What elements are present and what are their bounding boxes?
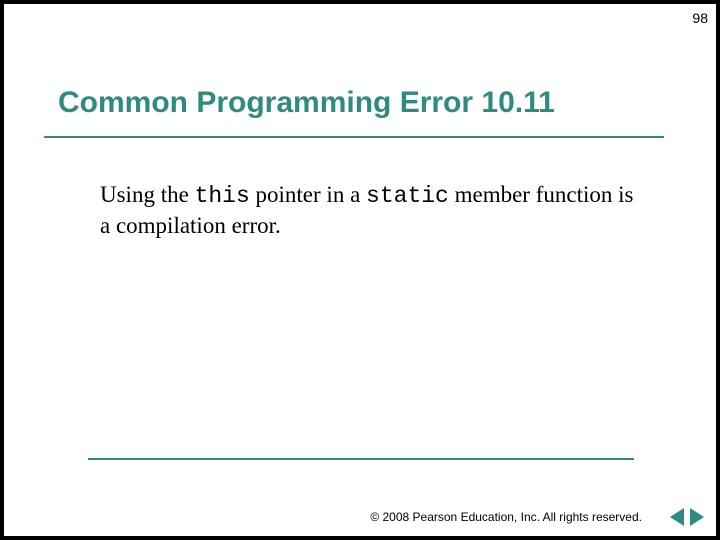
- footer-rule: [88, 458, 634, 460]
- code-keyword-static: static: [366, 183, 449, 209]
- slide-nav: [670, 508, 704, 526]
- title-underline: [44, 136, 664, 138]
- slide: 98 Common Programming Error 10.11 Using …: [4, 4, 716, 536]
- next-slide-button[interactable]: [690, 508, 704, 526]
- body-fragment: pointer in a: [250, 182, 366, 207]
- prev-slide-button[interactable]: [670, 508, 684, 526]
- body-text: Using the this pointer in a static membe…: [100, 180, 640, 241]
- code-keyword-this: this: [195, 183, 250, 209]
- slide-title: Common Programming Error 10.11: [58, 86, 555, 120]
- copyright-text: © 2008 Pearson Education, Inc. All right…: [370, 510, 642, 524]
- page-number: 98: [692, 10, 708, 26]
- body-fragment: Using the: [100, 182, 195, 207]
